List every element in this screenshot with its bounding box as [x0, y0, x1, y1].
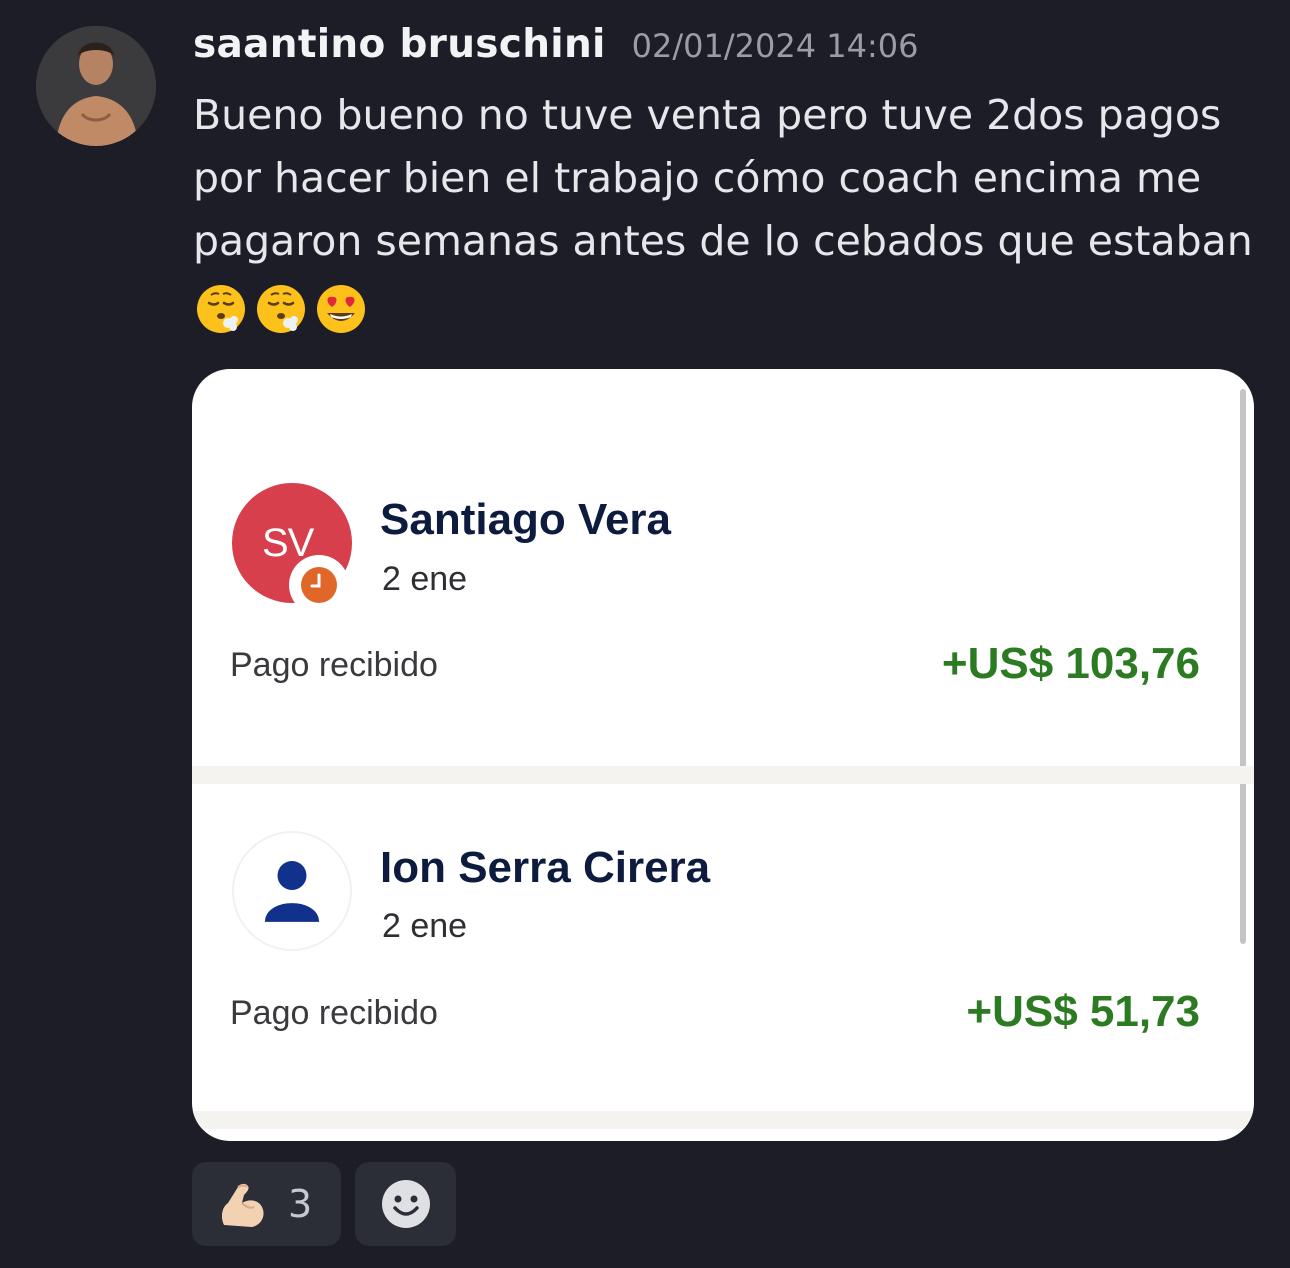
face-exhaling-icon	[197, 285, 245, 333]
author-name[interactable]: saantino bruschini	[193, 22, 606, 67]
heart-eyes-icon	[317, 285, 365, 333]
transaction-label: Pago recibido	[230, 646, 438, 684]
transaction-date: 2 ene	[382, 907, 468, 945]
payment-screenshot[interactable]: SV Santiago Vera 2 ene Pago recibido +US…	[192, 369, 1254, 1141]
add-reaction-icon	[381, 1180, 430, 1228]
transaction-amount: +US$ 103,76	[941, 639, 1200, 688]
divider	[192, 766, 1254, 784]
transaction-label: Pago recibido	[230, 994, 438, 1032]
reaction-flexed-biceps[interactable]: 3	[192, 1162, 341, 1246]
reaction-count: 3	[288, 1182, 313, 1226]
transaction-name: Ion Serra Cirera	[380, 843, 711, 892]
scrollbar[interactable]	[1240, 389, 1246, 944]
transaction-date: 2 ene	[382, 560, 468, 598]
message-timestamp: 02/01/2024 14:06	[631, 27, 919, 65]
user-avatar[interactable]	[36, 26, 156, 146]
transaction-name: Santiago Vera	[380, 495, 672, 544]
divider	[192, 1111, 1254, 1129]
transaction-amount: +US$ 51,73	[966, 987, 1200, 1036]
flexed-biceps-icon	[221, 1183, 264, 1227]
contact-avatar	[232, 831, 352, 951]
person-icon	[264, 861, 320, 922]
clock-icon	[301, 567, 337, 603]
add-reaction-button[interactable]	[355, 1162, 456, 1246]
message-emojis	[195, 283, 367, 335]
message-text: Bueno bueno no tuve venta pero tuve 2dos…	[193, 91, 1253, 265]
message-header: saantino bruschini 02/01/2024 14:06	[193, 22, 919, 74]
pending-badge	[289, 555, 349, 615]
face-exhaling-icon	[257, 285, 305, 333]
